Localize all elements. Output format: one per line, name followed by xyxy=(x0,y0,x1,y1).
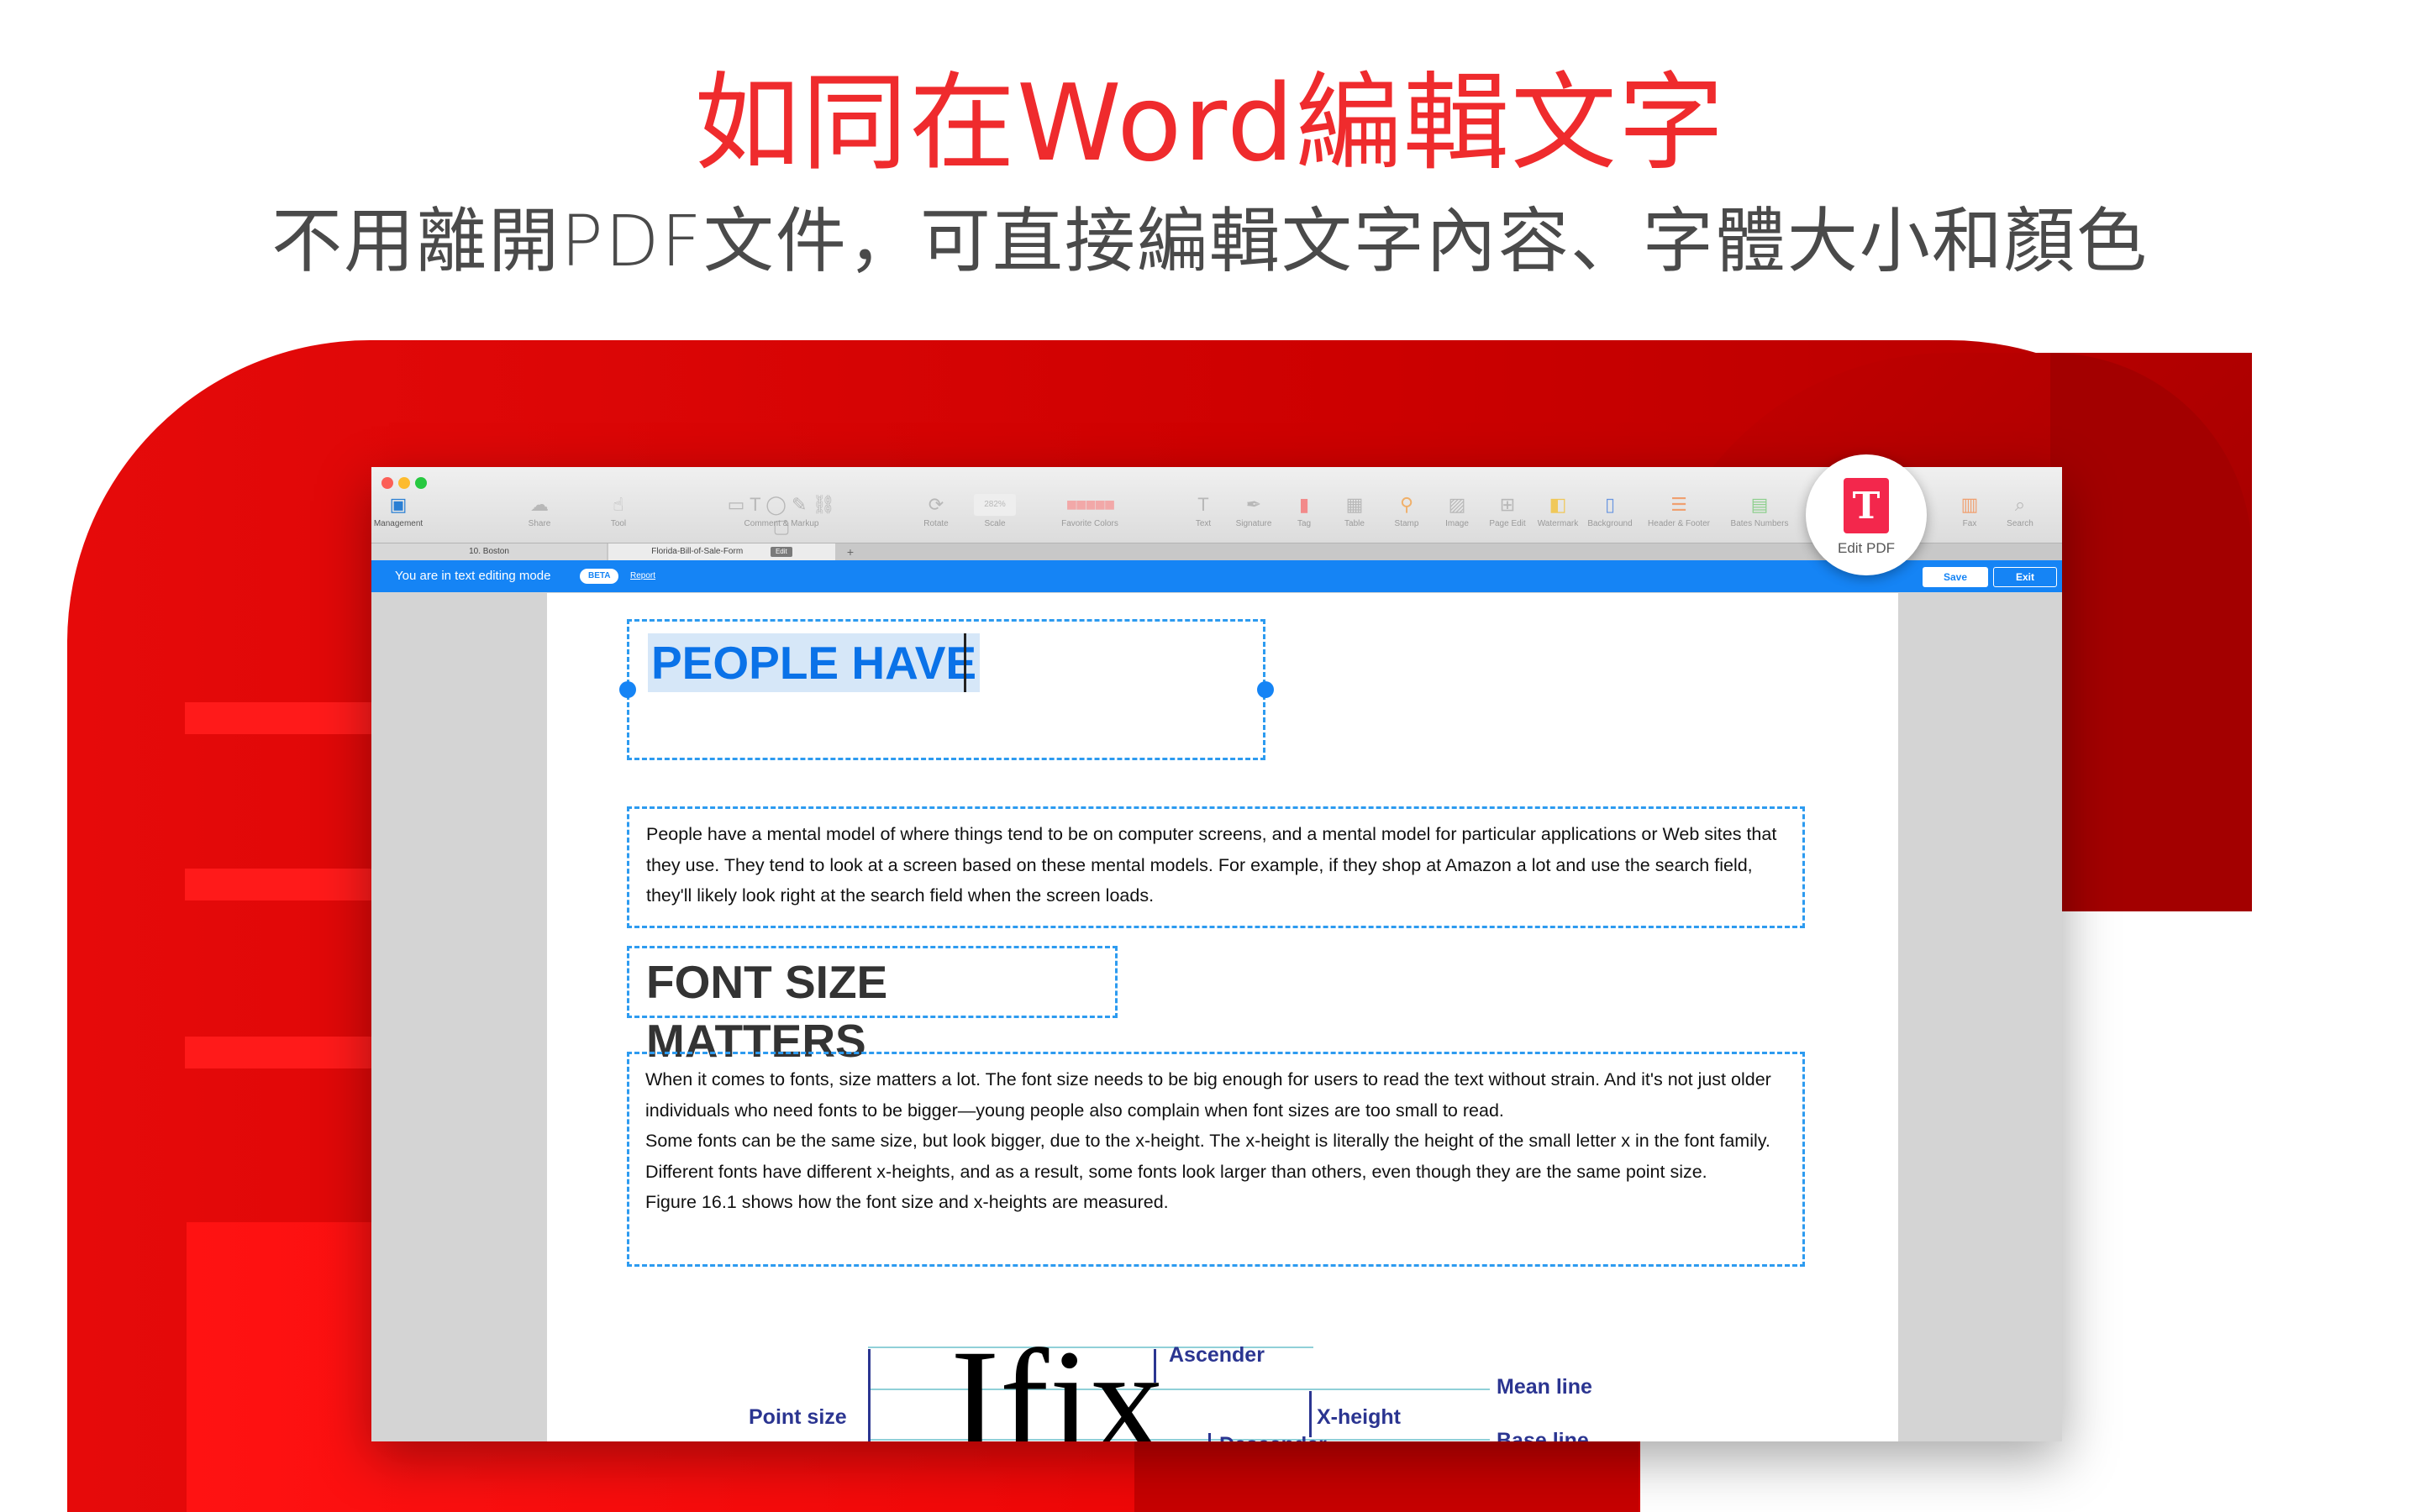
label-x-height: X-height xyxy=(1317,1405,1401,1429)
headline: 如同在Word編輯文字 xyxy=(694,61,1726,185)
scale-value: 282% xyxy=(974,494,1016,516)
document-page: PEOPLE HAVE People have a mental model o… xyxy=(547,593,1898,1441)
close-window-button[interactable] xyxy=(381,477,393,489)
search-icon: ⌕ xyxy=(2014,494,2026,515)
paragraph-line: Figure 16.1 shows how the font size and … xyxy=(645,1192,1169,1212)
app-window: ▣ Management ☁ Share ☝ Tool ▭ T ◯ ✎ ⛓ ▢ … xyxy=(371,467,2062,1441)
watermark-icon: ◧ xyxy=(1549,494,1567,515)
red-stripe-1 xyxy=(185,702,387,734)
toolbar-signature[interactable]: ✒ Signature xyxy=(1227,494,1281,528)
toolbar-background[interactable]: ▯ Background xyxy=(1583,494,1637,528)
resize-handle-left[interactable] xyxy=(619,681,636,698)
rotate-icon: ⟳ xyxy=(928,494,944,515)
favorite-colors-icon: ■■■■■ xyxy=(1065,494,1115,515)
font-sample-glyphs: Ifjx xyxy=(950,1320,1165,1442)
bates-numbers-icon: ▤ xyxy=(1750,494,1769,515)
red-stripe-2 xyxy=(185,869,387,900)
zoom-window-button[interactable] xyxy=(415,477,427,489)
edit-pdf-icon: T xyxy=(1844,478,1889,533)
toolbar-comment-markup[interactable]: ▭ T ◯ ✎ ⛓ ▢ Comment & Markup xyxy=(723,494,840,537)
edit-pdf-label: Edit PDF xyxy=(1837,540,1896,556)
label-descender: Descender xyxy=(1219,1433,1327,1441)
comment-markup-icon: ▭ T ◯ ✎ ⛓ ▢ xyxy=(727,494,836,537)
signature-icon: ✒ xyxy=(1245,494,1262,515)
text-box-heading2[interactable]: FONT SIZE MATTERS xyxy=(627,946,1118,1067)
toolbar-watermark[interactable]: ◧ Watermark xyxy=(1531,494,1585,528)
toolbar-management[interactable]: ▣ Management xyxy=(371,494,425,528)
toolbar-rotate[interactable]: ⟳ Rotate xyxy=(909,494,963,528)
background-icon: ▯ xyxy=(1604,494,1616,515)
toolbar-share[interactable]: ☁ Share xyxy=(513,494,566,528)
toolbar-bates-numbers[interactable]: ▤ Bates Numbers xyxy=(1724,494,1795,528)
paragraph-line: When it comes to fonts, size matters a l… xyxy=(645,1069,1771,1121)
text-box-paragraph2[interactable]: When it comes to fonts, size matters a l… xyxy=(627,1052,1805,1267)
toolbar-scale[interactable]: 282% Scale xyxy=(968,494,1022,528)
header-footer-icon: ☰ xyxy=(1670,494,1687,515)
toolbar-favorite-colors[interactable]: ■■■■■ Favorite Colors xyxy=(1035,494,1144,528)
point-size-arrow xyxy=(868,1349,871,1441)
text-editing-mode-bar: You are in text editing mode BETA Report… xyxy=(371,560,2062,592)
label-point-size: Point size xyxy=(749,1405,847,1429)
edit-pdf-badge[interactable]: T Edit PDF xyxy=(1806,454,1927,575)
page-edit-icon: ⊞ xyxy=(1499,494,1516,515)
paragraph-mental-model[interactable]: People have a mental model of where thin… xyxy=(646,819,1797,911)
report-link[interactable]: Report xyxy=(630,560,655,592)
exit-button[interactable]: Exit xyxy=(1993,567,2057,587)
beta-badge: BETA xyxy=(580,569,619,584)
stamp-icon: ⚲ xyxy=(1399,494,1414,515)
text-icon: T xyxy=(1197,494,1209,515)
toolbar-text[interactable]: T Text xyxy=(1176,494,1230,528)
text-box-paragraph1[interactable]: People have a mental model of where thin… xyxy=(627,806,1805,928)
toolbar-page-edit[interactable]: ⊞ Page Edit xyxy=(1481,494,1534,528)
paragraph-line: Some fonts can be the same size, but loo… xyxy=(645,1131,1770,1182)
label-base-line: Base line xyxy=(1497,1429,1589,1441)
mode-status-text: You are in text editing mode xyxy=(395,569,551,583)
red-stripe-3 xyxy=(185,1037,387,1068)
text-box-heading1[interactable]: PEOPLE HAVE xyxy=(627,619,1265,760)
save-button[interactable]: Save xyxy=(1923,567,1988,587)
table-icon: ▦ xyxy=(1345,494,1364,515)
management-icon: ▣ xyxy=(389,494,408,515)
heading-people-have[interactable]: PEOPLE HAVE xyxy=(648,633,981,692)
minimize-window-button[interactable] xyxy=(398,477,410,489)
add-tab-button[interactable]: + xyxy=(842,543,859,560)
share-icon: ☁ xyxy=(530,494,549,515)
tag-icon: ▮ xyxy=(1298,494,1310,515)
hand-tool-icon: ☝ xyxy=(613,494,624,515)
toolbar-stamp[interactable]: ⚲ Stamp xyxy=(1380,494,1434,528)
toolbar-table[interactable]: ▦ Table xyxy=(1328,494,1381,528)
descender-arrow xyxy=(1208,1433,1211,1441)
resize-handle-right[interactable] xyxy=(1257,681,1274,698)
fax-icon: ▥ xyxy=(1960,494,1979,515)
toolbar-tool[interactable]: ☝ Tool xyxy=(592,494,645,528)
toolbar-image[interactable]: ▨ Image xyxy=(1430,494,1484,528)
subheadline: 不用離開PDF文件，可直接編輯文字內容、字體大小和顏色 xyxy=(271,200,2149,282)
tab-florida-bill-of-sale[interactable]: Florida-Bill-of-Sale-Form Edit xyxy=(608,543,835,560)
image-icon: ▨ xyxy=(1448,494,1466,515)
tab-edit-badge: Edit xyxy=(770,547,792,557)
toolbar-fax[interactable]: ▥ Fax xyxy=(1943,494,1996,528)
tab-boston[interactable]: 10. Boston xyxy=(371,543,607,560)
toolbar-search[interactable]: ⌕ Search xyxy=(1993,494,2047,528)
toolbar-tag[interactable]: ▮ Tag xyxy=(1277,494,1331,528)
label-ascender: Ascender xyxy=(1169,1343,1265,1367)
text-caret xyxy=(964,633,966,692)
x-height-arrow xyxy=(1309,1391,1312,1437)
paragraph-font-size[interactable]: When it comes to fonts, size matters a l… xyxy=(645,1064,1798,1218)
toolbar-header-footer[interactable]: ☰ Header & Footer xyxy=(1644,494,1714,528)
label-mean-line: Mean line xyxy=(1497,1375,1592,1399)
